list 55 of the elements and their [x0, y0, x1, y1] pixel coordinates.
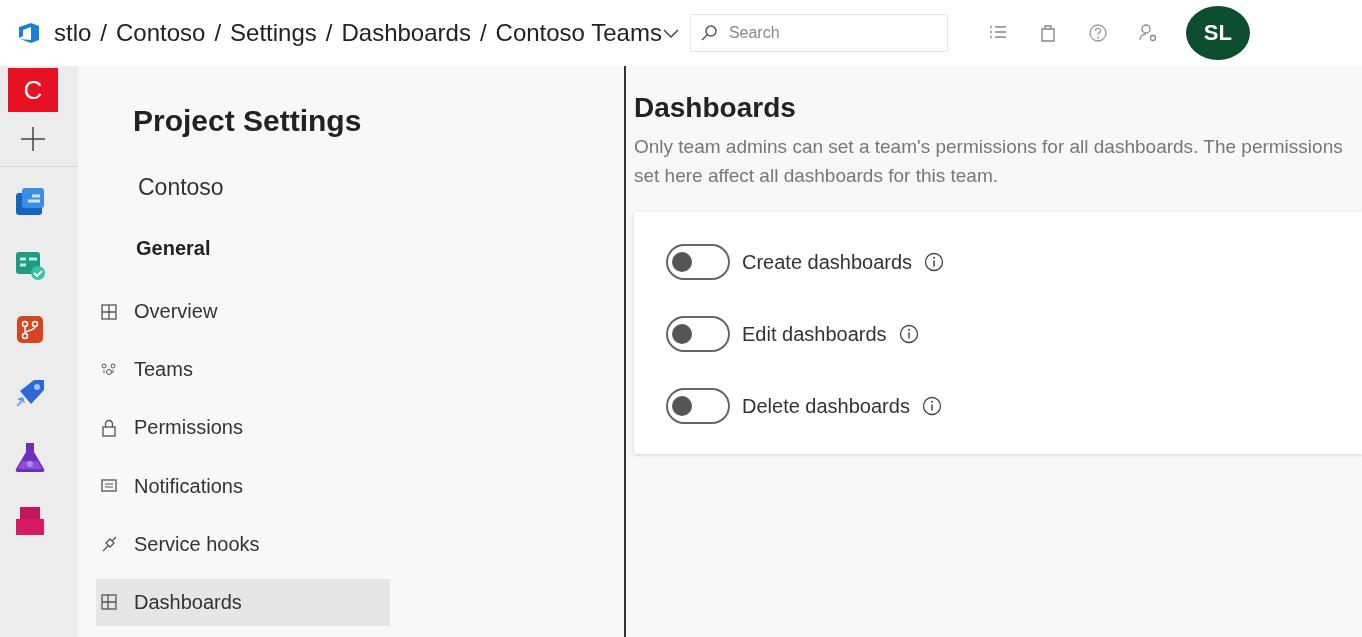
- package-icon: [14, 505, 46, 537]
- page-title: Dashboards: [634, 92, 797, 124]
- nav-item[interactable]: Service hooks: [96, 520, 390, 568]
- boards-app-button[interactable]: [14, 185, 46, 217]
- azure-devops-logo-icon: [16, 21, 42, 45]
- plug-icon: [100, 535, 118, 554]
- breadcrumb-separator: /: [479, 19, 487, 47]
- toggle-label: Delete dashboards: [742, 394, 910, 418]
- chevron-down-icon: [661, 27, 680, 39]
- nav-item[interactable]: Teams: [96, 346, 390, 394]
- nav-item[interactable]: Permissions: [96, 404, 390, 452]
- page-description: Only team admins can set a team's permissions for all dashboards. The permissions set here affect all dashboards for this team.: [634, 135, 1344, 188]
- info-icon: [921, 396, 942, 416]
- nav-item[interactable]: Overview: [96, 288, 390, 336]
- help-icon: [1087, 23, 1108, 43]
- lock-icon: [100, 418, 118, 437]
- breadcrumb-link[interactable]: Contoso Teams: [495, 19, 662, 47]
- breadcrumb-separator: /: [100, 19, 108, 47]
- info-icon: [924, 252, 945, 272]
- overview-icon: [100, 302, 118, 321]
- project-name: Contoso: [138, 174, 225, 201]
- breadcrumb-link[interactable]: Contoso: [116, 19, 206, 47]
- info-icon: [898, 324, 919, 344]
- new-project-button[interactable]: [20, 126, 46, 152]
- settings-title: Project Settings: [133, 104, 363, 138]
- dashboard-icon: [100, 593, 118, 612]
- breadcrumb-separator: /: [214, 19, 222, 47]
- plus-icon: [20, 126, 46, 152]
- help-button[interactable]: [1087, 23, 1108, 43]
- nav-item[interactable]: Notifications: [96, 462, 390, 510]
- nav-item[interactable]: Dashboards: [96, 578, 390, 627]
- user-settings-icon: [1137, 23, 1158, 43]
- flask-icon: [14, 441, 46, 473]
- search-field[interactable]: Search: [689, 14, 948, 52]
- toggle-switch[interactable]: [666, 244, 730, 280]
- section-heading: General: [136, 237, 212, 260]
- breadcrumb-link[interactable]: Settings: [230, 19, 317, 47]
- boards-icon: [14, 185, 46, 217]
- user-settings-button[interactable]: [1137, 23, 1158, 43]
- checklist-app-button[interactable]: [14, 249, 46, 281]
- breadcrumb-link[interactable]: Dashboards: [341, 19, 471, 47]
- toggle-switch[interactable]: [666, 316, 730, 352]
- organization-avatar[interactable]: C: [8, 68, 58, 112]
- flask-app-button[interactable]: [14, 441, 46, 473]
- branch-icon: [14, 313, 46, 345]
- toggle-label: Edit dashboards: [742, 322, 887, 346]
- breadcrumb-link[interactable]: stlo: [54, 19, 92, 47]
- package-app-button[interactable]: [14, 505, 46, 537]
- toggle-label: Create dashboards: [742, 250, 913, 274]
- toggle-switch[interactable]: [666, 388, 730, 424]
- user-avatar[interactable]: SL: [1185, 6, 1250, 60]
- checklist-icon: [14, 249, 46, 281]
- branch-app-button[interactable]: [14, 313, 46, 345]
- search-icon: [699, 24, 718, 42]
- breadcrumb-separator: /: [325, 19, 333, 47]
